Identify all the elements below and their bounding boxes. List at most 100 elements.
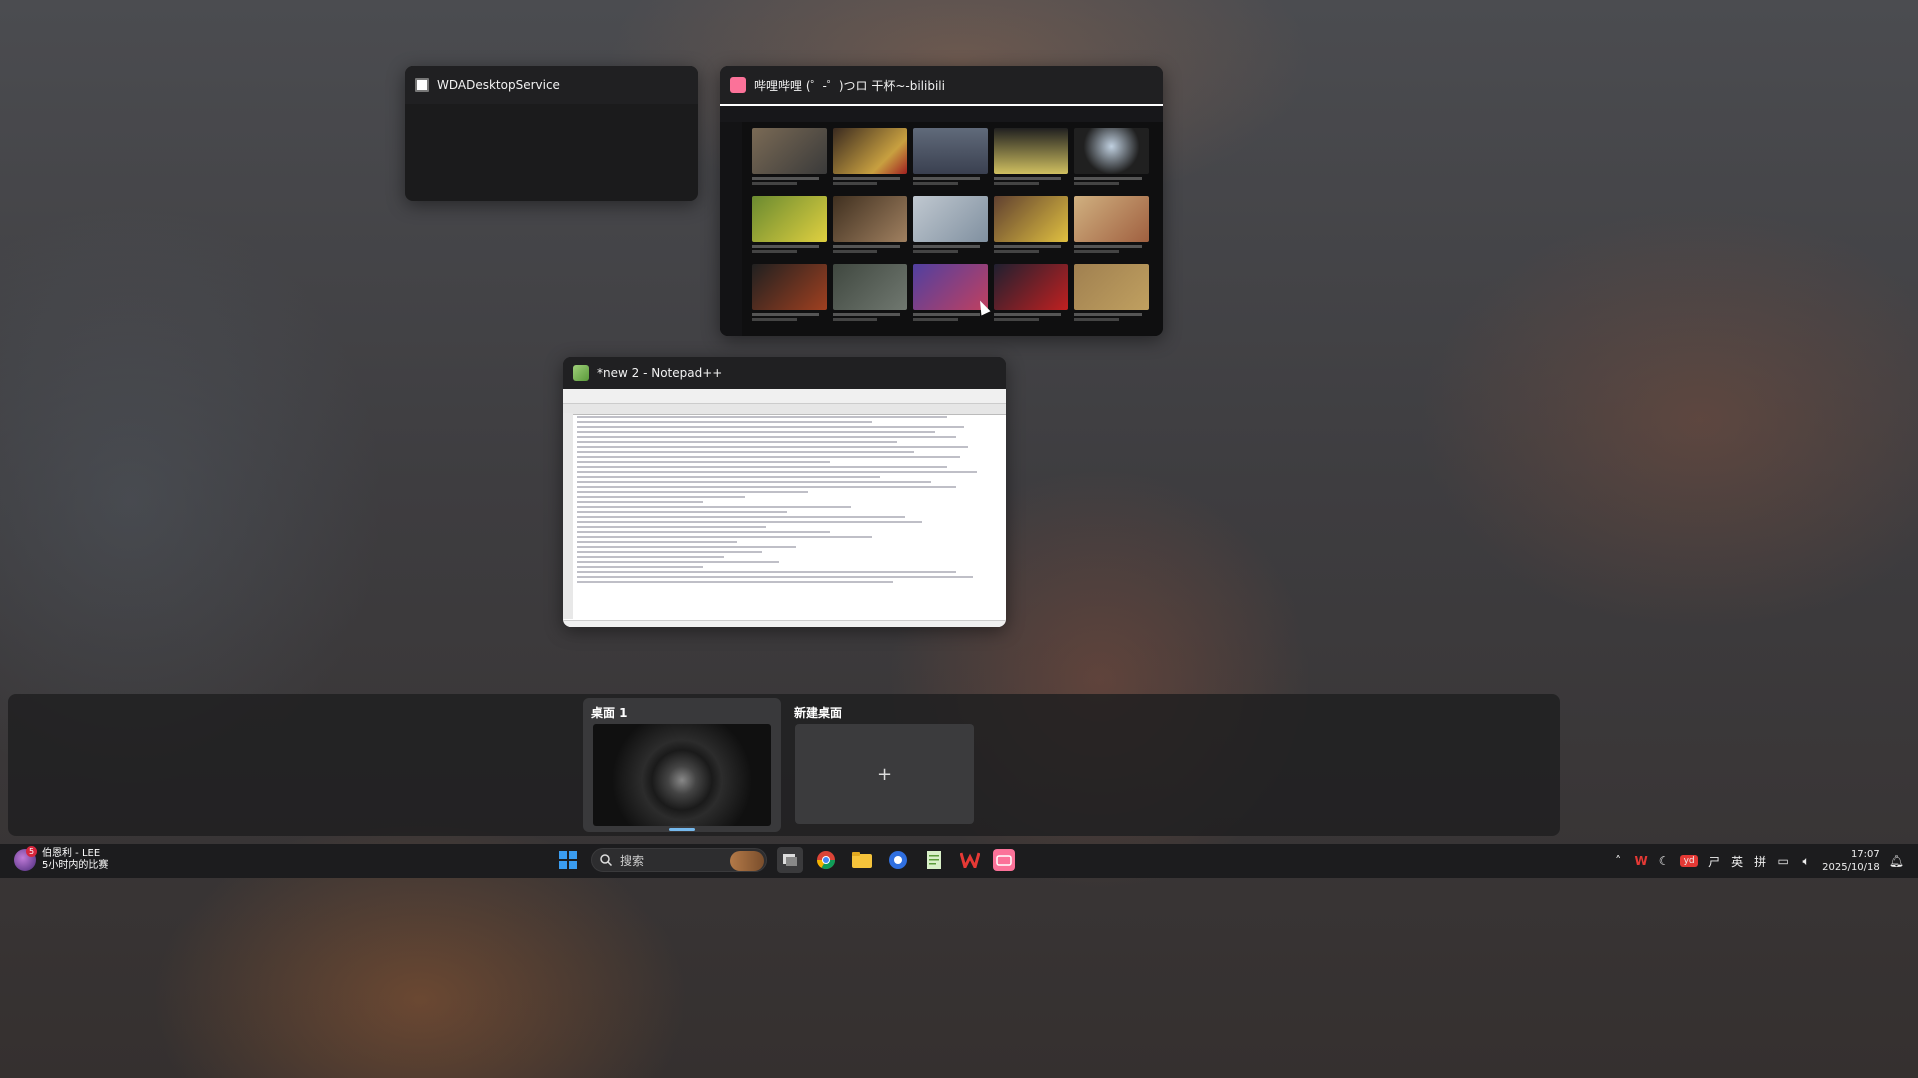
text-line bbox=[577, 496, 746, 498]
window-wdadesktopservice[interactable]: WDADesktopService bbox=[405, 66, 698, 201]
wps-button[interactable] bbox=[957, 847, 983, 873]
text-line bbox=[577, 461, 830, 463]
notification-bell-icon[interactable]: 🔔︎ bbox=[1889, 854, 1904, 868]
task-view-icon bbox=[783, 854, 797, 866]
text-line bbox=[577, 506, 851, 508]
text-line bbox=[577, 476, 880, 478]
generic-window-icon bbox=[415, 78, 429, 92]
news-subtitle: 5小时内的比赛 bbox=[42, 860, 109, 871]
notepad-plus-plus-button[interactable] bbox=[921, 847, 947, 873]
video-card bbox=[752, 128, 827, 190]
notepad-plus-plus-icon bbox=[573, 365, 589, 381]
desktop-label: 桌面 1 bbox=[591, 706, 628, 720]
task-view-button[interactable] bbox=[777, 847, 803, 873]
text-line bbox=[577, 471, 977, 473]
video-card bbox=[752, 264, 827, 326]
desktop-1-wallpaper bbox=[593, 724, 771, 826]
bilibili-preview bbox=[720, 104, 1163, 336]
search-placeholder: 搜索 bbox=[620, 853, 645, 868]
text-line bbox=[577, 521, 923, 523]
taskbar-search[interactable]: 搜索 bbox=[591, 848, 767, 872]
ime-mode-indicator[interactable]: 拼 bbox=[1753, 853, 1767, 870]
window-notepad-plus-plus[interactable]: *new 2 - Notepad++ bbox=[563, 357, 1006, 627]
notepad-preview bbox=[563, 389, 1006, 627]
chrome-button[interactable] bbox=[813, 847, 839, 873]
text-line bbox=[577, 466, 948, 468]
notepad-toolbar bbox=[563, 389, 1006, 404]
file-explorer-icon bbox=[852, 852, 872, 868]
active-desktop-indicator bbox=[669, 828, 695, 831]
desktop-1[interactable]: 桌面 1 bbox=[583, 698, 781, 832]
text-line bbox=[577, 456, 960, 458]
text-line bbox=[577, 526, 767, 528]
text-line bbox=[577, 551, 763, 553]
text-line bbox=[577, 566, 704, 568]
moon-icon[interactable]: ☾ bbox=[1657, 854, 1671, 868]
video-card bbox=[1074, 264, 1149, 326]
text-line bbox=[577, 416, 948, 418]
chrome-icon bbox=[817, 851, 835, 870]
text-line bbox=[577, 561, 779, 563]
text-line bbox=[577, 571, 956, 573]
file-explorer-button[interactable] bbox=[849, 847, 875, 873]
window-title: WDADesktopService bbox=[437, 78, 560, 92]
text-line bbox=[577, 511, 788, 513]
wps-tray-icon[interactable]: W bbox=[1634, 854, 1648, 868]
news-badge: 5 bbox=[26, 846, 37, 857]
windows-logo-icon bbox=[559, 851, 577, 869]
text-line bbox=[577, 446, 969, 448]
bilibili-header bbox=[720, 106, 1163, 122]
ime-toggle-icon[interactable]: ㄕ bbox=[1707, 853, 1721, 870]
browser-icon bbox=[889, 851, 907, 869]
browser-button[interactable] bbox=[885, 847, 911, 873]
text-line bbox=[577, 501, 704, 503]
bilibili-tv-icon bbox=[996, 855, 1012, 866]
notepad-plus-plus-icon bbox=[927, 851, 941, 869]
video-grid bbox=[752, 128, 1149, 326]
text-line bbox=[577, 546, 796, 548]
start-button[interactable] bbox=[555, 847, 581, 873]
ime-language-indicator[interactable]: 英 bbox=[1730, 853, 1744, 870]
news-widget[interactable]: 5 伯恩利 - LEE 5小时内的比赛 bbox=[14, 846, 109, 872]
system-tray: ˄ W ☾ yd ㄕ 英 拼 ▭ 🔈︎ 17:07 2025/10/18 🔔︎ bbox=[1611, 844, 1904, 878]
clock[interactable]: 17:07 2025/10/18 bbox=[1822, 848, 1880, 874]
video-card bbox=[993, 196, 1069, 258]
video-card bbox=[1074, 196, 1149, 258]
text-line bbox=[577, 531, 830, 533]
youdao-icon[interactable]: yd bbox=[1680, 855, 1699, 867]
show-hidden-icons-chevron-up-icon[interactable]: ˄ bbox=[1611, 854, 1625, 868]
window-bilibili[interactable]: 哔哩哔哩 (゜-゜)つロ 干杯~-bilibili bbox=[720, 66, 1163, 336]
taskbar: 5 伯恩利 - LEE 5小时内的比赛 搜索 ˄ W ☾ yd ㄕ 英 拼 ▭ … bbox=[0, 844, 1918, 878]
bilibili-button[interactable] bbox=[993, 849, 1015, 871]
search-highlight-image bbox=[730, 851, 764, 871]
video-card bbox=[913, 128, 988, 190]
video-card bbox=[993, 264, 1069, 326]
bilibili-icon bbox=[730, 77, 746, 93]
wps-icon bbox=[960, 852, 980, 868]
video-card bbox=[1074, 128, 1149, 190]
text-line bbox=[577, 431, 935, 433]
window-title-bar: 哔哩哔哩 (゜-゜)つロ 干杯~-bilibili bbox=[720, 66, 1163, 104]
new-desktop-button[interactable]: + bbox=[795, 724, 974, 824]
plus-icon: + bbox=[876, 763, 893, 785]
video-card bbox=[832, 128, 908, 190]
window-title-bar: *new 2 - Notepad++ bbox=[563, 357, 1006, 389]
news-icon: 5 bbox=[14, 846, 37, 871]
text-line bbox=[577, 536, 872, 538]
text-line bbox=[577, 576, 973, 578]
video-card bbox=[913, 196, 988, 258]
video-card bbox=[832, 264, 908, 326]
window-title: *new 2 - Notepad++ bbox=[597, 366, 723, 380]
video-card bbox=[752, 196, 827, 258]
text-line bbox=[577, 481, 931, 483]
text-line bbox=[577, 421, 872, 423]
network-icon[interactable]: ▭ bbox=[1776, 854, 1790, 868]
bilibili-sidebar bbox=[720, 122, 742, 336]
text-line bbox=[577, 516, 906, 518]
new-desktop-label: 新建桌面 bbox=[794, 706, 843, 720]
volume-icon[interactable]: 🔈︎ bbox=[1799, 854, 1813, 869]
text-line bbox=[577, 426, 965, 428]
text-line bbox=[577, 451, 914, 453]
virtual-desktops-bar bbox=[8, 694, 1560, 836]
text-line bbox=[577, 581, 893, 583]
